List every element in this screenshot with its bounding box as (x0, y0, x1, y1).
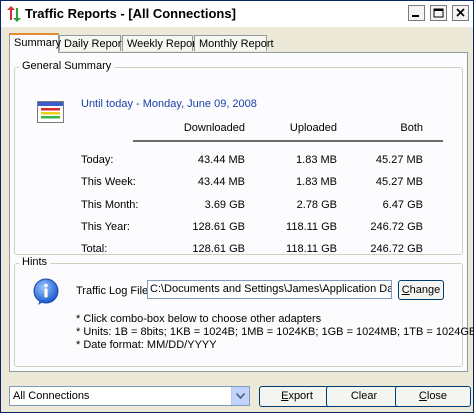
chevron-down-icon (236, 393, 245, 399)
cell-uploaded: 1.83 MB (296, 154, 337, 166)
date-range-text: Until today - Monday, June 09, 2008 (81, 98, 257, 110)
header-divider (133, 140, 443, 142)
cell-uploaded: 2.78 GB (296, 199, 337, 211)
hint-line: * Click combo-box below to choose other … (76, 313, 322, 325)
clear-button[interactable]: Clear (326, 386, 402, 407)
cell-both: 6.47 GB (382, 199, 423, 211)
cell-both: 45.27 MB (375, 176, 423, 188)
traffic-log-path-field[interactable]: C:\Documents and Settings\James\Applicat… (147, 280, 392, 299)
hints-label: Hints (19, 256, 51, 268)
row-label: Total: (81, 243, 108, 255)
maximize-button[interactable] (430, 5, 447, 21)
export-button[interactable]: Export (259, 386, 335, 407)
cell-uploaded: 118.11 GB (286, 243, 337, 255)
row-label: This Week: (81, 176, 136, 188)
cell-downloaded: 43.44 MB (197, 176, 245, 188)
change-log-button[interactable]: Change (398, 280, 444, 300)
minimize-button[interactable] (408, 5, 425, 21)
info-icon (33, 278, 59, 305)
cell-uploaded: 1.83 MB (296, 176, 337, 188)
adapter-select[interactable]: All Connections (9, 386, 250, 406)
column-header-uploaded: Uploaded (289, 122, 337, 134)
cell-both: 246.72 GB (370, 221, 423, 233)
cell-uploaded: 118.11 GB (286, 221, 337, 233)
cell-downloaded: 43.44 MB (197, 154, 245, 166)
column-header-both: Both (400, 122, 423, 134)
close-window-button[interactable] (452, 5, 469, 21)
adapter-dropdown-button[interactable] (231, 387, 249, 405)
close-button[interactable]: Close (395, 386, 471, 407)
tab-weekly-report[interactable]: Weekly Report (122, 35, 199, 51)
cell-downloaded: 128.61 GB (192, 243, 245, 255)
general-summary-group: General Summary Until today - Monday, Ju… (14, 60, 463, 255)
hint-line: * Date format: MM/DD/YYYY (76, 339, 217, 351)
traffic-reports-window: Traffic Reports - [All Connections] Summ… (0, 0, 474, 413)
cell-downloaded: 3.69 GB (204, 199, 245, 211)
maximize-icon (433, 8, 444, 18)
close-icon (456, 8, 465, 17)
cell-both: 45.27 MB (375, 154, 423, 166)
tab-monthly-report[interactable]: Monthly Report (194, 35, 274, 51)
traffic-arrows-icon (7, 6, 21, 22)
adapter-select-value: All Connections (13, 390, 90, 402)
tab-summary[interactable]: Summary (9, 33, 61, 53)
title-bar[interactable]: Traffic Reports - [All Connections] (1, 1, 473, 27)
report-chart-icon (37, 101, 64, 123)
window-title: Traffic Reports - [All Connections] (25, 6, 236, 21)
cell-both: 246.72 GB (370, 243, 423, 255)
row-label: Today: (81, 154, 114, 166)
traffic-log-label: Traffic Log File: (76, 285, 152, 297)
hint-line: * Units: 1B = 8bits; 1KB = 1024B; 1MB = … (76, 326, 474, 338)
column-header-downloaded: Downloaded (183, 122, 245, 134)
general-summary-label: General Summary (19, 60, 115, 72)
summary-panel: General Summary Until today - Monday, Ju… (9, 52, 474, 372)
row-label: This Year: (81, 221, 130, 233)
tab-daily-report[interactable]: Daily Report (59, 35, 125, 51)
row-label: This Month: (81, 199, 139, 211)
cell-downloaded: 128.61 GB (192, 221, 245, 233)
minimize-icon (412, 15, 419, 17)
